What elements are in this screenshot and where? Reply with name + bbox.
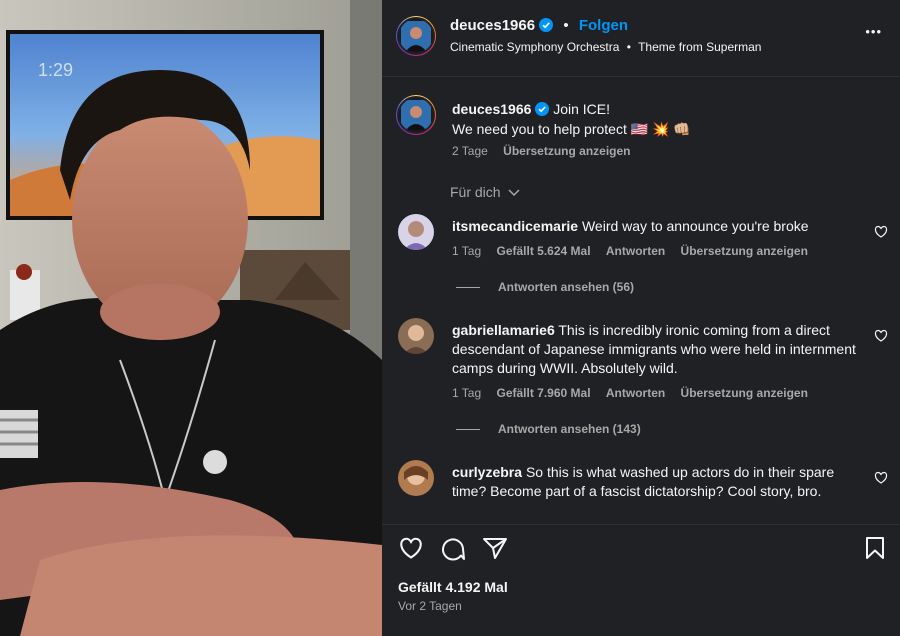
comment-filter-label: Für dich xyxy=(450,184,501,200)
chevron-down-icon xyxy=(508,189,520,197)
separator-dot: • xyxy=(563,17,569,34)
comment-bubble-icon[interactable] xyxy=(440,536,466,562)
comment-body: itsmecandicemarie Weird way to announce … xyxy=(452,217,862,236)
view-replies-label: Antworten ansehen (56) xyxy=(498,280,635,294)
save-bookmark-icon[interactable] xyxy=(864,536,886,560)
comment-username[interactable]: gabriellamarie6 xyxy=(452,322,555,338)
view-replies-button[interactable]: Antworten ansehen (56) xyxy=(456,280,634,294)
comment-avatar[interactable] xyxy=(398,460,434,496)
audio-track[interactable]: Theme from Superman xyxy=(638,40,761,54)
header-divider xyxy=(382,76,900,77)
replies-line xyxy=(456,287,480,289)
comment-avatar-image xyxy=(398,460,434,496)
author-avatar[interactable] xyxy=(396,16,436,56)
tv-clock: 1:29 xyxy=(38,60,73,80)
follow-button[interactable]: Folgen xyxy=(579,17,628,34)
post-age: Vor 2 Tagen xyxy=(398,599,462,613)
caption-line1: Join ICE! xyxy=(553,101,610,117)
post-video[interactable]: 1:29 xyxy=(0,0,382,636)
comment-likes[interactable]: Gefällt 5.624 Mal xyxy=(496,244,590,258)
comment-avatar[interactable] xyxy=(398,318,434,354)
post-likes-count[interactable]: Gefällt 4.192 Mal xyxy=(398,579,508,595)
audio-artist[interactable]: Cinematic Symphony Orchestra xyxy=(450,40,619,54)
comment-avatar[interactable] xyxy=(398,214,434,250)
author-username[interactable]: deuces1966 xyxy=(450,17,535,34)
comment-translate-link[interactable]: Übersetzung anzeigen xyxy=(681,244,808,258)
comment-likes[interactable]: Gefällt 7.960 Mal xyxy=(496,386,590,400)
post-side-panel: deuces1966 • Folgen Cinematic Symphony O… xyxy=(382,0,900,636)
view-replies-label: Antworten ansehen (143) xyxy=(498,422,641,436)
like-comment-heart-icon[interactable] xyxy=(874,329,888,343)
comment-reply-button[interactable]: Antworten xyxy=(606,386,665,400)
caption: deuces1966 Join ICE! We need you to help… xyxy=(452,99,872,139)
comment-body: curlyzebra So this is what washed up act… xyxy=(452,463,862,501)
like-heart-icon[interactable] xyxy=(398,536,424,560)
comment-translate-link[interactable]: Übersetzung anzeigen xyxy=(681,386,808,400)
comment-body: gabriellamarie6 This is incredibly ironi… xyxy=(452,321,862,378)
verified-badge-icon xyxy=(535,102,550,116)
comment-age: 1 Tag xyxy=(452,386,482,400)
replies-line xyxy=(456,429,480,431)
comment-avatar-image xyxy=(398,214,434,250)
caption-author-avatar[interactable] xyxy=(396,95,436,135)
like-comment-heart-icon[interactable] xyxy=(874,471,888,485)
actions-divider xyxy=(382,524,900,525)
comment-username[interactable]: curlyzebra xyxy=(452,464,522,480)
separator-dot: • xyxy=(626,40,631,54)
view-replies-button[interactable]: Antworten ansehen (143) xyxy=(456,422,641,436)
caption-username[interactable]: deuces1966 xyxy=(452,101,531,117)
caption-author-photo xyxy=(401,100,431,130)
comment-avatar-image xyxy=(398,318,434,354)
caption-line2: We need you to help protect 🇺🇸 💥 👊🏼 xyxy=(452,121,691,137)
more-options-icon[interactable]: ••• xyxy=(865,24,882,39)
caption-translate-link[interactable]: Übersetzung anzeigen xyxy=(503,144,630,158)
comment-username[interactable]: itsmecandicemarie xyxy=(452,218,578,234)
caption-age: 2 Tage xyxy=(452,144,488,158)
verified-badge-icon xyxy=(539,18,554,32)
comment-filter-dropdown[interactable]: Für dich xyxy=(450,184,520,200)
comment-reply-button[interactable]: Antworten xyxy=(606,244,665,258)
share-paper-plane-icon[interactable] xyxy=(482,536,508,560)
like-comment-heart-icon[interactable] xyxy=(874,225,888,239)
video-frame: 1:29 xyxy=(0,0,382,636)
comment-age: 1 Tag xyxy=(452,244,482,258)
author-photo xyxy=(401,21,431,51)
comment-text: Weird way to announce you're broke xyxy=(581,218,809,234)
